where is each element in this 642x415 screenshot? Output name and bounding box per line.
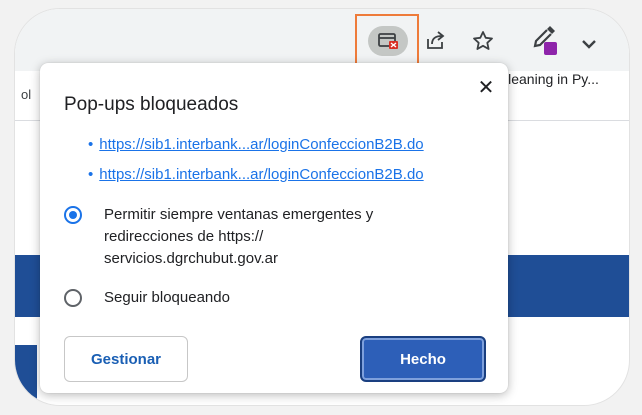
blocked-popup-link[interactable]: • https://sib1.interbank...ar/loginConfec… xyxy=(88,166,424,183)
page-content-fragment xyxy=(15,345,37,405)
popup-blocked-icon xyxy=(378,33,398,49)
popup-blocked-button[interactable] xyxy=(368,26,408,56)
eyedropper-extension-icon[interactable] xyxy=(528,22,562,56)
radio-button-checked[interactable] xyxy=(64,206,82,224)
done-button[interactable]: Hecho xyxy=(360,336,486,382)
option-keep-blocking[interactable]: Seguir bloqueando xyxy=(64,287,230,309)
screenshot-frame: ol Cleaning in Py... Pop-ups bloqueados … xyxy=(0,0,642,415)
close-icon: ✕ xyxy=(477,76,495,99)
star-icon[interactable] xyxy=(466,24,500,58)
link-bullet: • xyxy=(88,136,94,153)
share-icon[interactable] xyxy=(418,24,452,58)
popups-blocked-dialog: Pop-ups bloqueados ✕ • https://sib1.inter… xyxy=(40,63,508,393)
link-bullet: • xyxy=(88,166,94,183)
radio-button[interactable] xyxy=(64,289,82,307)
option-label: Seguir bloqueando xyxy=(104,289,230,306)
link-url: https://sib1.interbank...ar/loginConfecc… xyxy=(99,136,424,153)
bookmark-cleaning-in-py[interactable]: Cleaning in Py... xyxy=(498,71,599,87)
close-button[interactable]: ✕ xyxy=(474,75,498,99)
link-url: https://sib1.interbank...ar/loginConfecc… xyxy=(99,166,424,183)
puzzle-icon[interactable] xyxy=(572,26,606,60)
dialog-title: Pop-ups bloqueados xyxy=(64,94,239,115)
manage-button[interactable]: Gestionar xyxy=(64,336,188,382)
blocked-popup-link[interactable]: • https://sib1.interbank...ar/loginConfec… xyxy=(88,136,424,153)
option-always-allow[interactable]: Permitir siempre ventanas emergentes y r… xyxy=(64,204,434,270)
bookmark-fragment[interactable]: ol xyxy=(21,87,31,102)
option-label: Permitir siempre ventanas emergentes y r… xyxy=(104,206,374,267)
